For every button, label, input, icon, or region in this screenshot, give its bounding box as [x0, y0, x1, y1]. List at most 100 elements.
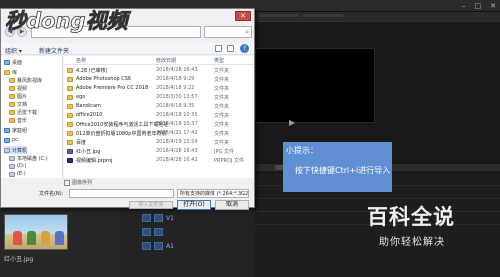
navigation-pane: 桌面 库 暴风影视库 视频 图片 文档 迅雷下载 音乐 家庭组 pc 计算机 本… [1, 56, 63, 178]
thumb-figure [55, 231, 64, 245]
search-input[interactable]: ⌕ [204, 26, 252, 38]
computer-icon [4, 147, 10, 153]
nav-item-desktop[interactable]: 桌面 [4, 58, 22, 66]
nav-item-homegroup[interactable]: 家庭组 [4, 126, 27, 134]
filename-label: 文件名(N): [39, 191, 64, 197]
close-icon[interactable]: ✕ [490, 2, 496, 10]
window-controls: – □ ✕ [462, 2, 496, 10]
open-button[interactable]: 打开(O) [177, 200, 211, 210]
track-label: V1 [166, 215, 174, 222]
track-toggle-button[interactable] [154, 228, 163, 236]
clip-thumbnail[interactable] [4, 214, 68, 250]
user-icon [4, 137, 10, 143]
file-row[interactable]: 红小丑.jpg 2018/4/28 16:43 JPG 文件 [64, 147, 254, 156]
folder-icon [67, 95, 73, 100]
folder-icon [67, 68, 73, 73]
folder-icon [9, 101, 15, 107]
track-toggle-button[interactable] [142, 228, 151, 236]
file-row[interactable]: 4.28 (已审核) 2018/4/28 16:43 文件夹 [64, 66, 254, 75]
nav-item-drive-d[interactable]: (D:) [9, 162, 26, 170]
video-logo-watermark: 秒dong视频 [3, 7, 133, 33]
folder-icon [67, 104, 73, 109]
column-header-type[interactable]: 类型 [214, 57, 224, 64]
folder-icon [9, 93, 15, 99]
nav-item-xunlei[interactable]: 迅雷下载 [9, 108, 37, 116]
track-toggle-button[interactable] [142, 214, 151, 222]
tip-box: 小提示： 按下快捷键Ctrl+I进行导入 [283, 142, 392, 192]
filetype-dropdown[interactable]: 所有支持的媒体 (*.264;*.3G2;* [177, 189, 249, 198]
drive-icon [9, 155, 15, 161]
file-row[interactable]: office2010 2018/4/18 10:35 文件夹 [64, 111, 254, 120]
track-toggle-button[interactable] [142, 242, 151, 250]
organize-menu[interactable]: 组织 ▾ [5, 46, 22, 55]
track-controls: V1 A1 [122, 210, 222, 260]
watermark-subtitle: 助你轻松解决 [379, 237, 445, 248]
track-toggle-button[interactable] [154, 214, 163, 222]
folder-icon [67, 86, 73, 91]
filename-field[interactable] [69, 189, 174, 198]
file-list: 名称 修改日期 类型 4.28 (已审核) 2018/4/28 16:43 文件夹 … [64, 56, 254, 178]
panel-tab[interactable] [303, 14, 343, 17]
project-file-icon [67, 158, 73, 163]
video-logo-graphic: 秒dong视频 [5, 9, 132, 33]
svg-text:秒dong视频: 秒dong视频 [5, 9, 131, 33]
column-header-name[interactable]: 名称 [76, 57, 86, 64]
folder-icon [67, 77, 73, 82]
drive-icon [9, 171, 15, 177]
image-sequence-option: 图像序列 [64, 179, 92, 186]
file-row[interactable]: Adobe Premiere Pro CC 2018 2018/4/18 9:22… [64, 84, 254, 93]
folder-icon [67, 131, 73, 136]
file-row[interactable]: 012单价盘折扣版1080p中国男老年奇航 2018/4/21 17:42 文件夹 [64, 129, 254, 138]
project-panel: 红小丑.jpg [0, 205, 120, 277]
dialog-close-button[interactable]: ✕ [235, 11, 251, 21]
thumb-figure [41, 231, 50, 245]
image-sequence-checkbox[interactable] [64, 179, 70, 186]
play-icon[interactable]: ▶ [289, 118, 295, 127]
program-monitor [255, 48, 375, 123]
folder-icon [67, 122, 73, 127]
nav-item-drive-c[interactable]: 本地磁盘 (C:) [9, 154, 48, 162]
file-row[interactable]: ego 2018/3/30 13:57 文件夹 [64, 93, 254, 102]
library-icon [4, 69, 10, 75]
folder-icon [9, 109, 15, 115]
thumb-figure [27, 231, 36, 245]
nav-item-videos[interactable]: 视频 [9, 84, 27, 92]
view-options-icon[interactable] [215, 45, 222, 52]
minimize-icon[interactable]: – [462, 2, 466, 10]
preview-pane-icon[interactable] [227, 45, 234, 52]
import-folder-button[interactable]: 导入文件夹 [129, 201, 173, 209]
folder-icon [67, 113, 73, 118]
dialog-toolbar: 组织 ▾ 新建文件夹 ? [1, 43, 254, 55]
nav-item-documents[interactable]: 文档 [9, 100, 27, 108]
nav-item-music[interactable]: 音乐 [9, 116, 27, 124]
panel-tab[interactable] [259, 14, 299, 17]
open-file-dialog: ✕ ◀ ▶ ⌕ 组织 ▾ 新建文件夹 ? 桌面 库 暴风影视库 视频 图片 文档… [0, 8, 255, 210]
folder-icon [9, 77, 15, 83]
maximize-icon[interactable]: □ [475, 2, 482, 10]
cancel-button[interactable]: 取消 [215, 200, 249, 210]
nav-item-drive-e[interactable]: (E:) [9, 170, 26, 178]
file-row[interactable]: Office2010安装程序与激活工具下载地址 2018/4/18 10:37 文件… [64, 120, 254, 129]
panel-tabs [255, 12, 500, 22]
nav-item-pictures[interactable]: 图片 [9, 92, 27, 100]
folder-icon [9, 117, 15, 123]
file-row[interactable]: Bandicam 2018/4/18 9:35 文件夹 [64, 102, 254, 111]
desktop-icon [4, 59, 10, 65]
file-row[interactable]: 百度 2018/4/19 15:54 文件夹 [64, 138, 254, 147]
nav-item-library[interactable]: 库 [4, 68, 17, 76]
file-row[interactable]: Adobe Photoshop CS6 2018/4/18 9:29 文件夹 [64, 75, 254, 84]
folder-icon [9, 85, 15, 91]
nav-item-pc[interactable]: pc [4, 136, 18, 144]
nav-item-computer[interactable]: 计算机 [4, 146, 28, 154]
tip-title: 小提示： [286, 146, 318, 155]
video-file-icon [67, 149, 73, 154]
file-row[interactable]: 视频编辑.prproj 2018/4/28 16:42 PRPROJ 文件 [64, 156, 254, 165]
thumb-figure [13, 231, 22, 245]
help-icon[interactable]: ? [240, 44, 249, 53]
column-header-date[interactable]: 修改日期 [156, 57, 176, 64]
drive-icon [9, 163, 15, 169]
new-folder-button[interactable]: 新建文件夹 [39, 46, 69, 55]
nav-item-baofeng[interactable]: 暴风影视库 [9, 76, 42, 84]
track-label: A1 [166, 243, 174, 250]
track-toggle-button[interactable] [154, 242, 163, 250]
